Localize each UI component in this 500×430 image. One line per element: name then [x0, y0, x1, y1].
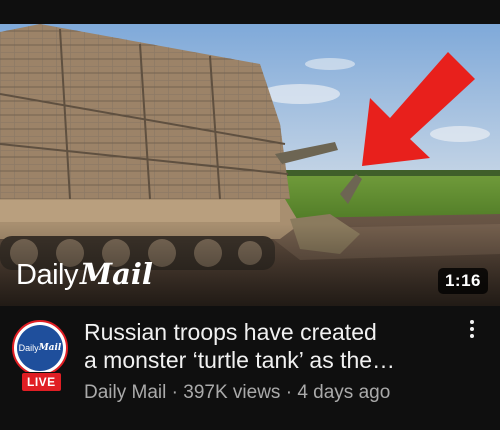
- duration-badge: 1:16: [437, 268, 488, 294]
- video-title-line-2: a monster ‘turtle tank’ as the…: [84, 347, 396, 373]
- channel-avatar-button[interactable]: Daily Mail LIVE: [12, 320, 72, 392]
- video-details: Daily Mail LIVE Russian troops have creat…: [0, 306, 500, 430]
- more-vert-icon[interactable]: [462, 320, 482, 348]
- avatar-logo: Daily Mail: [17, 325, 63, 371]
- channel-name: Daily Mail: [84, 382, 167, 403]
- menu-dot: [470, 327, 474, 331]
- menu-dot: [470, 320, 474, 324]
- watermark-text-light: Daily: [16, 259, 78, 291]
- menu-dot: [470, 334, 474, 338]
- live-badge: LIVE: [21, 372, 62, 392]
- avatar: Daily Mail: [12, 320, 68, 376]
- video-thumbnail[interactable]: DailyMail 1:16: [0, 24, 500, 306]
- video-metadata[interactable]: Daily Mail · 397K views · 4 days ago: [84, 382, 390, 404]
- view-count: 397K views: [183, 382, 281, 403]
- top-strip: [0, 0, 500, 24]
- watermark-text-bold: Mail: [79, 257, 153, 291]
- upload-age: 4 days ago: [297, 382, 391, 403]
- avatar-text-light: Daily: [18, 343, 39, 353]
- daily-mail-watermark: DailyMail: [16, 260, 153, 290]
- video-title[interactable]: Russian troops have created a monster ‘t…: [84, 318, 454, 374]
- avatar-text-bold: Mail: [38, 343, 62, 353]
- separator: ·: [166, 382, 184, 403]
- video-title-line-1: Russian troops have created: [84, 319, 377, 345]
- separator: ·: [280, 382, 298, 403]
